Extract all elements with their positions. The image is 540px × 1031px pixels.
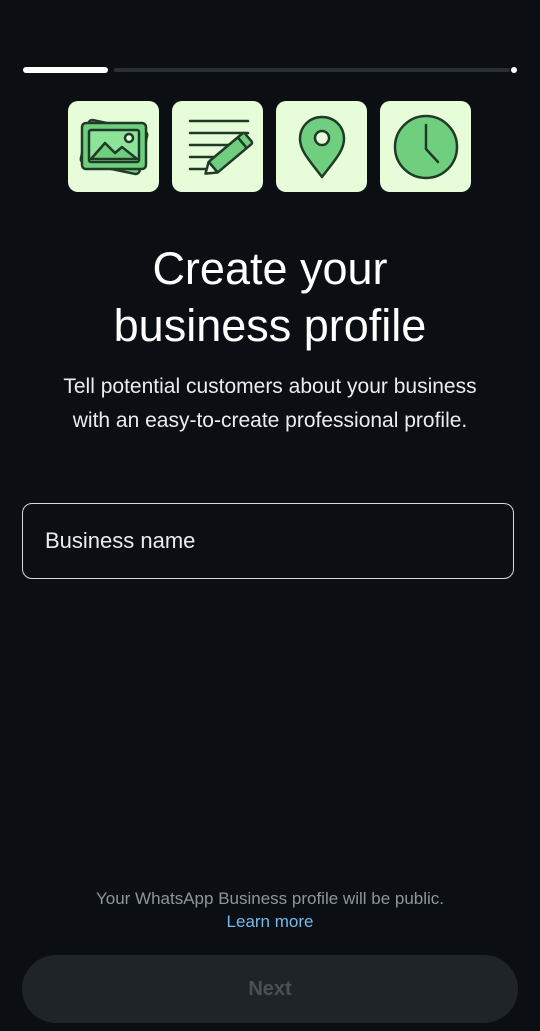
page-description: Tell potential customers about your busi… <box>63 375 477 432</box>
create-business-profile-screen: Create your business profile Tell potent… <box>0 0 540 1031</box>
notes-tile <box>172 101 263 192</box>
public-profile-notice: Your WhatsApp Business profile will be p… <box>95 889 445 908</box>
photo-tile <box>68 101 159 192</box>
clock-icon <box>393 114 458 179</box>
learn-more-link[interactable]: Learn more <box>0 910 540 933</box>
location-tile <box>276 101 367 192</box>
page-title-line-2: business profile <box>113 300 427 351</box>
progress-remaining-track <box>114 68 510 72</box>
notes-pencil-icon <box>188 119 253 175</box>
photo-cards-icon <box>79 118 148 175</box>
page-title: Create your business profile <box>0 240 540 354</box>
step-progress-bar <box>23 67 517 73</box>
page-title-line-1: Create your <box>152 243 388 294</box>
location-pin-icon <box>298 115 345 178</box>
next-button[interactable]: Next <box>22 955 518 1023</box>
business-name-input[interactable] <box>23 504 513 578</box>
progress-end-dot <box>511 67 517 73</box>
progress-completed-segment <box>23 67 108 73</box>
clock-tile <box>380 101 471 192</box>
feature-illustration-row <box>68 101 471 192</box>
business-name-field[interactable] <box>22 503 514 579</box>
